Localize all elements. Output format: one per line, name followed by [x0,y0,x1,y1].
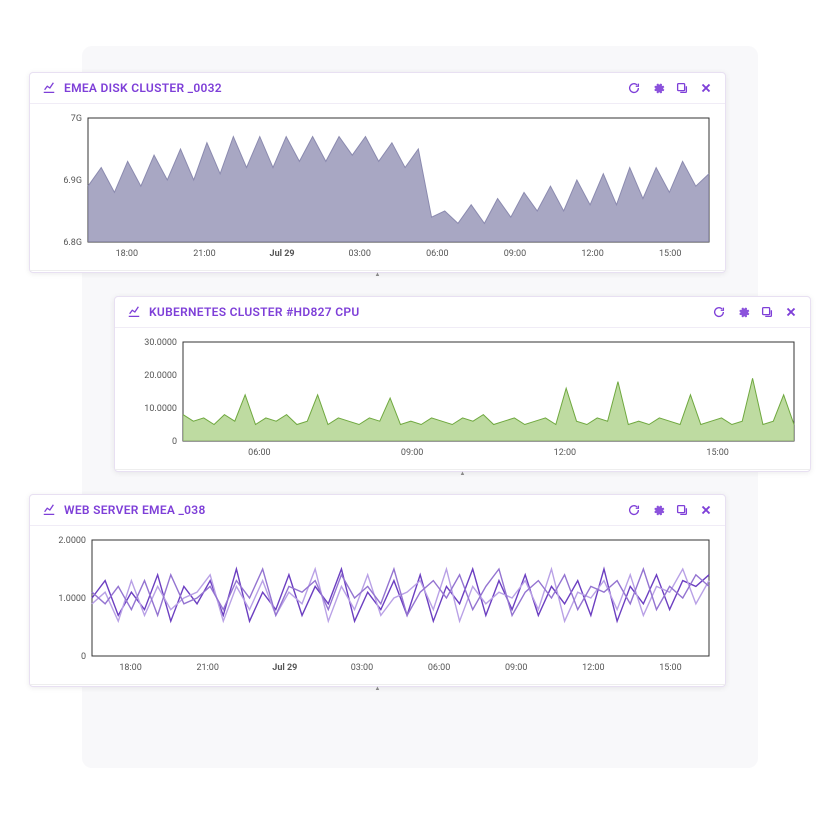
svg-text:6.8G: 6.8G [63,238,82,248]
panel-header[interactable]: WEB SERVER EMEA _038 [30,495,725,526]
svg-text:15:00: 15:00 [659,663,681,673]
svg-text:1.0000: 1.0000 [58,594,86,604]
svg-text:12:00: 12:00 [581,249,603,259]
duplicate-icon[interactable] [675,81,689,95]
svg-text:03:00: 03:00 [351,663,373,673]
resize-grip[interactable]: ▲ [115,469,810,477]
panel-kubernetes-cpu: KUBERNETES CLUSTER #HD827 CPU 30.0000 20.… [114,296,811,472]
gear-icon[interactable] [736,305,750,319]
duplicate-icon[interactable] [760,305,774,319]
svg-text:12:00: 12:00 [582,663,604,673]
panel-body: 2.0000 1.0000 0 18:00 21:00 Jul 29 03:00 06:00 0… [30,526,725,684]
duplicate-icon[interactable] [675,503,689,517]
svg-text:Jul 29: Jul 29 [272,663,297,673]
svg-text:18:00: 18:00 [119,663,141,673]
panel-title: EMEA DISK CLUSTER _0032 [64,81,222,95]
resize-grip[interactable]: ▲ [30,684,725,692]
svg-text:09:00: 09:00 [401,448,423,458]
panel-header[interactable]: KUBERNETES CLUSTER #HD827 CPU [115,297,810,328]
chart-web-server: 2.0000 1.0000 0 18:00 21:00 Jul 29 03:00 06:00 0… [40,534,717,676]
panel-title-group: EMEA DISK CLUSTER _0032 [42,81,222,95]
panel-header[interactable]: EMEA DISK CLUSTER _0032 [30,73,725,104]
refresh-icon[interactable] [627,81,641,95]
svg-text:2.0000: 2.0000 [58,536,86,546]
svg-text:21:00: 21:00 [196,663,218,673]
close-icon[interactable] [784,305,798,319]
svg-text:03:00: 03:00 [348,249,370,259]
svg-text:6.9G: 6.9G [63,176,82,186]
svg-text:30.0000: 30.0000 [144,338,177,348]
panel-body: 7G 6.9G 6.8G 18:00 21:00 Jul 29 03:00 06:00 09:0… [30,104,725,270]
chart-icon [127,305,141,319]
panel-body: 30.0000 20.0000 10.0000 0 06:00 09:00 12:00 15:… [115,328,810,469]
panel-web-server: WEB SERVER EMEA _038 2.00001.0000018:002… [29,494,726,687]
panel-title-group: KUBERNETES CLUSTER #HD827 CPU [127,305,360,319]
svg-text:15:00: 15:00 [706,448,728,458]
svg-text:Jul 29: Jul 29 [270,249,295,259]
chart-emea-disk: 7G 6.9G 6.8G 18:00 21:00 Jul 29 03:00 06:00 09:0… [40,112,717,262]
svg-text:09:00: 09:00 [504,249,526,259]
chart-kubernetes-cpu: 30.0000 20.0000 10.0000 0 06:00 09:00 12:00 15:… [125,336,802,461]
gear-icon[interactable] [651,81,665,95]
svg-text:10.0000: 10.0000 [144,404,177,414]
refresh-icon[interactable] [627,503,641,517]
svg-text:06:00: 06:00 [428,663,450,673]
close-icon[interactable] [699,81,713,95]
panel-actions [627,503,713,517]
svg-text:06:00: 06:00 [248,448,270,458]
svg-text:0: 0 [81,652,86,662]
resize-grip[interactable]: ▲ [30,270,725,278]
svg-text:20.0000: 20.0000 [144,371,177,381]
close-icon[interactable] [699,503,713,517]
chart-icon [42,503,56,517]
chart-icon [42,81,56,95]
refresh-icon[interactable] [712,305,726,319]
gear-icon[interactable] [651,503,665,517]
svg-text:09:00: 09:00 [505,663,527,673]
svg-text:12:00: 12:00 [554,448,576,458]
svg-text:0: 0 [172,437,177,447]
panel-title: KUBERNETES CLUSTER #HD827 CPU [149,305,360,319]
svg-text:18:00: 18:00 [116,249,138,259]
svg-text:15:00: 15:00 [659,249,681,259]
panel-title: WEB SERVER EMEA _038 [64,503,206,517]
panel-title-group: WEB SERVER EMEA _038 [42,503,206,517]
panel-actions [627,81,713,95]
panel-emea-disk: EMEA DISK CLUSTER _0032 7G 6.9G 6.8G 18:00 2… [29,72,726,273]
svg-text:21:00: 21:00 [193,249,215,259]
svg-text:06:00: 06:00 [426,249,448,259]
svg-text:7G: 7G [71,114,82,124]
panel-actions [712,305,798,319]
